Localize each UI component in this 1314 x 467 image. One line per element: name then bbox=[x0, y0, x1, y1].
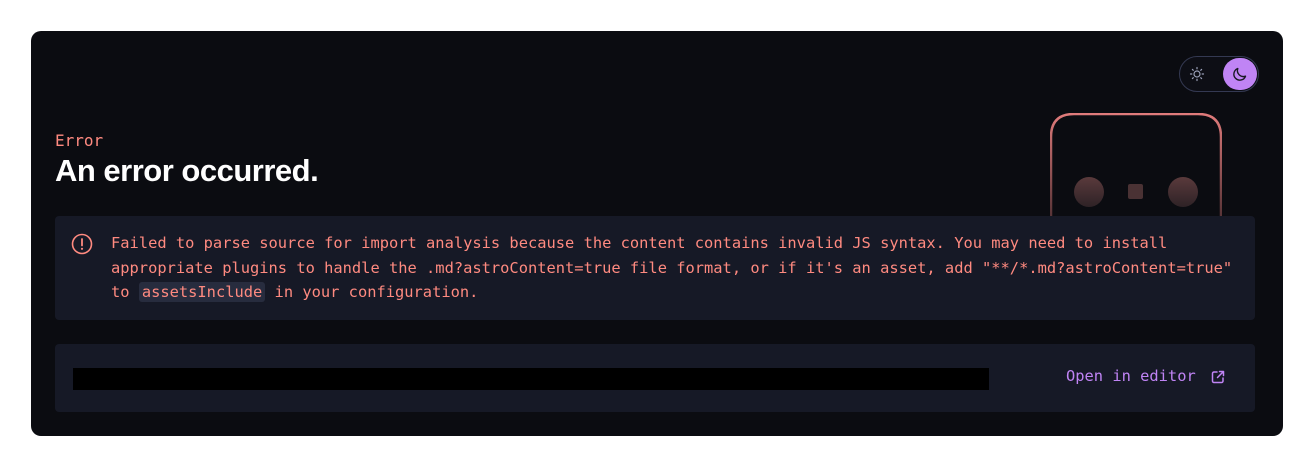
file-path-redacted bbox=[73, 368, 989, 390]
error-message-box: Failed to parse source for import analys… bbox=[55, 216, 1255, 320]
moon-icon bbox=[1233, 67, 1247, 81]
error-title: An error occurred. bbox=[55, 153, 319, 188]
error-label: Error bbox=[55, 131, 104, 150]
error-message: Failed to parse source for import analys… bbox=[111, 231, 1235, 305]
open-in-editor-link[interactable]: Open in editor bbox=[1066, 367, 1196, 385]
theme-toggle[interactable] bbox=[1179, 56, 1259, 92]
sun-icon[interactable] bbox=[1189, 66, 1205, 82]
error-overlay: Error An error occurred. Failed to parse… bbox=[31, 31, 1283, 436]
config-option-code: assetsInclude bbox=[138, 282, 266, 302]
source-location-box: Open in editor bbox=[55, 344, 1255, 412]
error-message-tail: in your configuration. bbox=[265, 283, 479, 301]
theme-toggle-knob[interactable] bbox=[1223, 58, 1257, 90]
alert-circle-icon bbox=[71, 233, 93, 255]
external-link-icon[interactable] bbox=[1210, 369, 1226, 385]
